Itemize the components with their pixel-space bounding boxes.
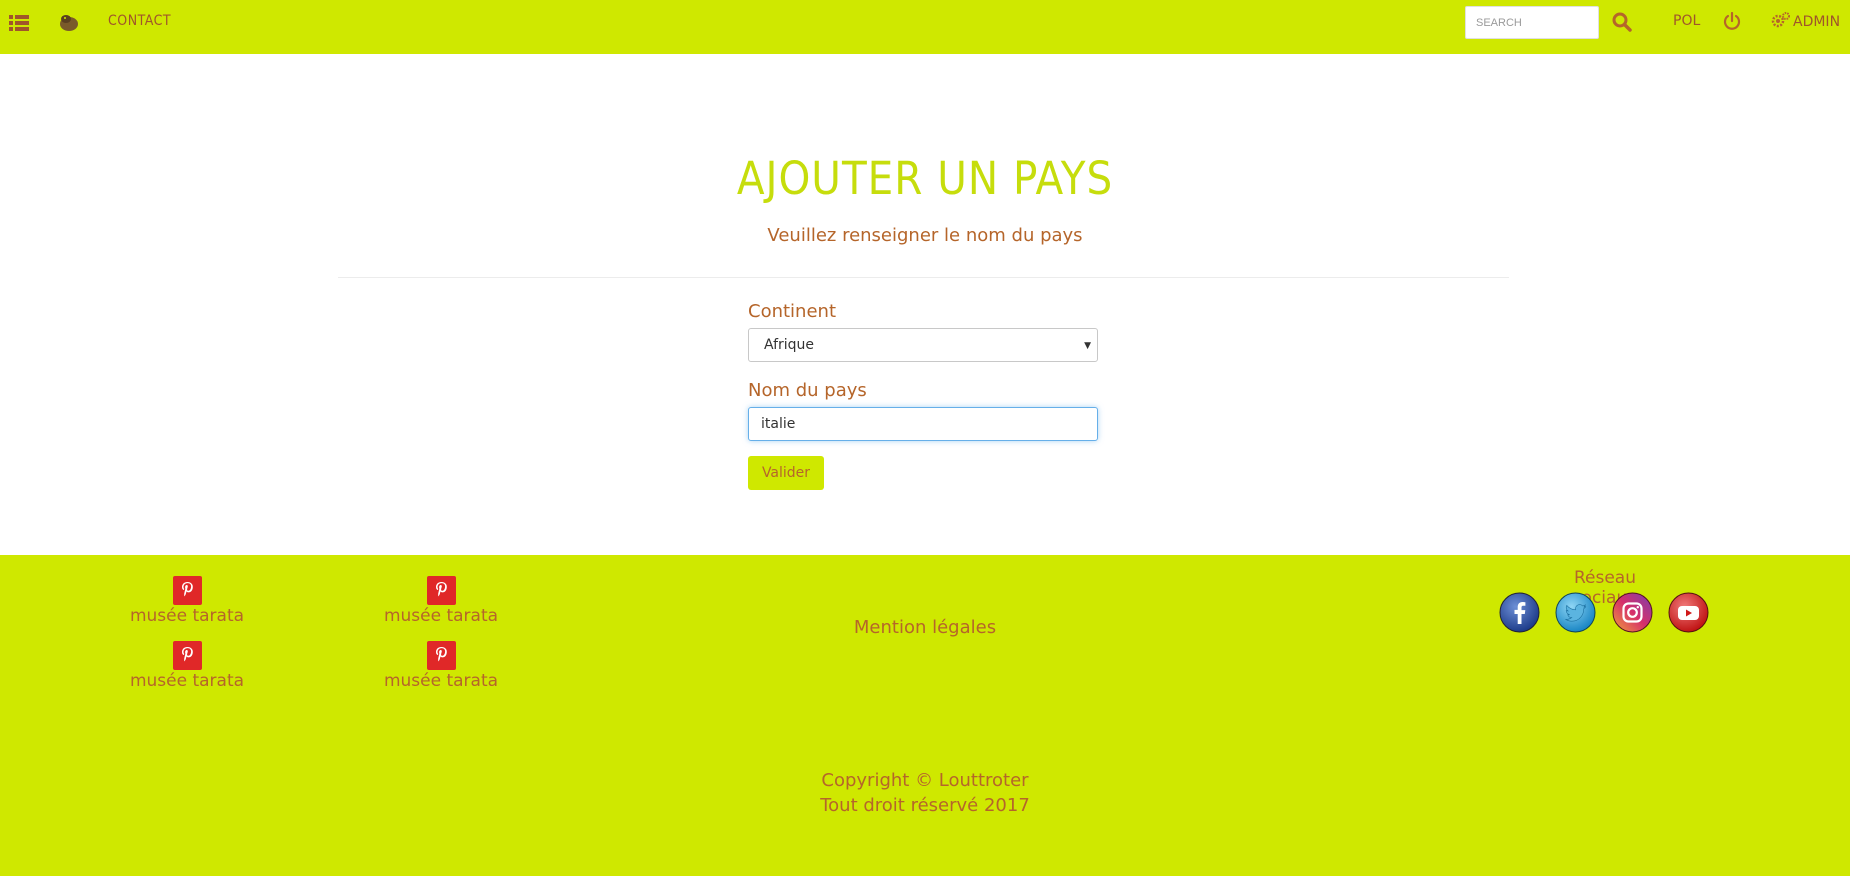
pinterest-icon: [426, 641, 456, 670]
list-icon[interactable]: [9, 14, 29, 32]
divider: [338, 277, 1509, 278]
youtube-icon[interactable]: [1668, 592, 1709, 633]
admin-link[interactable]: ADMIN: [1771, 12, 1840, 32]
pinterest-icon: [172, 576, 202, 605]
country-name-label: Nom du pays: [748, 380, 867, 401]
country-name-input[interactable]: [748, 407, 1098, 441]
pinterest-icon: [172, 641, 202, 670]
chevron-down-icon: ▼: [1084, 341, 1091, 351]
submit-button[interactable]: Valider: [748, 456, 824, 490]
otter-logo-icon[interactable]: [58, 13, 80, 33]
pinterest-link[interactable]: musée tarata: [371, 641, 511, 691]
nav-contact-link[interactable]: CONTACT: [108, 13, 171, 29]
admin-label: ADMIN: [1793, 14, 1841, 30]
pinterest-link-label: musée tarata: [129, 671, 245, 691]
pinterest-link[interactable]: musée tarata: [117, 641, 257, 691]
continent-selected-value: Afrique: [764, 337, 815, 353]
facebook-icon[interactable]: [1499, 592, 1540, 633]
page-title: AJOUTER UN PAYS: [736, 152, 1114, 205]
continent-select[interactable]: Afrique ▼: [748, 328, 1098, 362]
top-navbar: CONTACT POL ADMIN: [0, 0, 1850, 54]
instagram-icon[interactable]: [1612, 592, 1653, 633]
continent-label: Continent: [748, 301, 836, 322]
search-icon[interactable]: [1612, 12, 1632, 32]
copyright-line-2: Tout droit réservé 2017: [820, 795, 1030, 816]
twitter-icon[interactable]: [1555, 592, 1596, 633]
language-link[interactable]: POL: [1673, 13, 1700, 29]
copyright-line-1: Copyright © Louttroter: [821, 770, 1029, 791]
search-input[interactable]: [1465, 6, 1599, 39]
pinterest-link-label: musée tarata: [383, 671, 499, 691]
copyright: Copyright © Louttroter Tout droit réserv…: [0, 768, 1850, 818]
power-icon[interactable]: [1723, 11, 1741, 30]
gears-icon: [1771, 12, 1791, 32]
pinterest-icon: [426, 576, 456, 605]
page-subtitle: Veuillez renseigner le nom du pays: [767, 225, 1083, 246]
